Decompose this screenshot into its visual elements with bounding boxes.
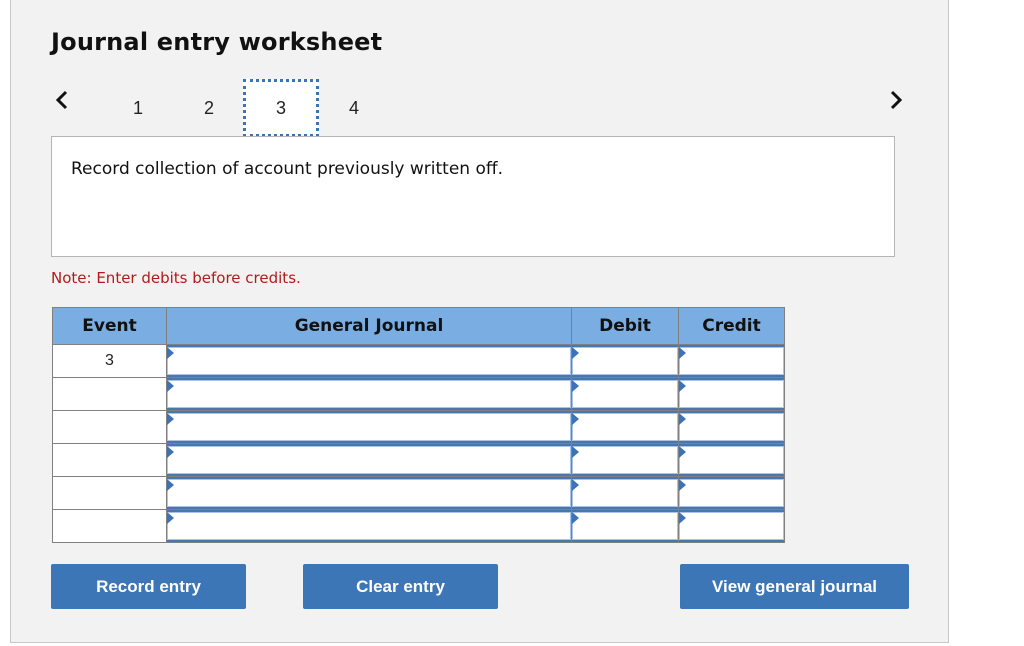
table-row (52, 443, 785, 477)
dropdown-marker-icon (679, 380, 686, 392)
dropdown-marker-icon (572, 446, 579, 458)
table-row (52, 476, 785, 510)
debit-cell (571, 410, 679, 444)
account-input[interactable] (167, 380, 571, 408)
dropdown-marker-icon (572, 380, 579, 392)
dropdown-marker-icon (679, 446, 686, 458)
step-tab-label: 2 (203, 97, 214, 118)
account-input[interactable] (167, 479, 571, 507)
debit-input[interactable] (572, 512, 678, 540)
table-row (52, 410, 785, 444)
prev-step-button[interactable] (53, 88, 73, 112)
credit-input[interactable] (679, 446, 784, 474)
debit-input[interactable] (572, 380, 678, 408)
event-cell (52, 509, 167, 543)
step-tab-3[interactable]: 3 (243, 79, 319, 137)
credit-cell (678, 443, 785, 477)
debit-input[interactable] (572, 413, 678, 441)
step-tab-1[interactable]: 1 (100, 79, 176, 137)
note-text: Note: Enter debits before credits. (51, 269, 301, 287)
prompt-box: Record collection of account previously … (51, 136, 895, 257)
credit-cell (678, 344, 785, 378)
credit-input[interactable] (679, 347, 784, 375)
header-general-journal: General Journal (166, 307, 572, 345)
dropdown-marker-icon (167, 347, 174, 359)
credit-cell (678, 410, 785, 444)
step-tab-label: 4 (348, 97, 359, 118)
table-row: 3 (52, 344, 785, 378)
table-row (52, 509, 785, 543)
event-cell (52, 377, 167, 411)
event-cell (52, 476, 167, 510)
dropdown-marker-icon (572, 512, 579, 524)
step-tab-label: 1 (132, 97, 143, 118)
chevron-right-icon (890, 90, 903, 110)
credit-input[interactable] (679, 479, 784, 507)
debit-cell (571, 509, 679, 543)
event-cell (52, 410, 167, 444)
dropdown-marker-icon (679, 347, 686, 359)
credit-input[interactable] (679, 380, 784, 408)
dropdown-marker-icon (679, 413, 686, 425)
journal-table: Event General Journal Debit Credit 3 (52, 307, 785, 543)
account-cell (166, 377, 572, 411)
prompt-text: Record collection of account previously … (71, 159, 503, 179)
table-row (52, 377, 785, 411)
next-step-button[interactable] (886, 88, 906, 112)
credit-cell (678, 377, 785, 411)
view-general-journal-button[interactable]: View general journal (680, 564, 909, 609)
header-debit: Debit (571, 307, 679, 345)
event-cell: 3 (52, 344, 167, 378)
event-cell (52, 443, 167, 477)
dropdown-marker-icon (167, 380, 174, 392)
step-tab-label: 3 (275, 97, 286, 118)
account-input[interactable] (167, 446, 571, 474)
account-input[interactable] (167, 347, 571, 375)
table-header-row: Event General Journal Debit Credit (52, 307, 785, 345)
credit-input[interactable] (679, 413, 784, 441)
account-cell (166, 476, 572, 510)
account-cell (166, 410, 572, 444)
debit-cell (571, 476, 679, 510)
credit-cell (678, 476, 785, 510)
dropdown-marker-icon (572, 347, 579, 359)
debit-input[interactable] (572, 347, 678, 375)
debit-cell (571, 377, 679, 411)
debit-cell (571, 344, 679, 378)
dropdown-marker-icon (572, 413, 579, 425)
clear-entry-button[interactable]: Clear entry (303, 564, 498, 609)
dropdown-marker-icon (167, 413, 174, 425)
debit-cell (571, 443, 679, 477)
debit-input[interactable] (572, 479, 678, 507)
dropdown-marker-icon (167, 446, 174, 458)
account-cell (166, 509, 572, 543)
account-cell (166, 443, 572, 477)
credit-cell (678, 509, 785, 543)
debit-input[interactable] (572, 446, 678, 474)
chevron-left-icon (55, 90, 68, 110)
account-cell (166, 344, 572, 378)
dropdown-marker-icon (167, 479, 174, 491)
step-tab-2[interactable]: 2 (171, 79, 247, 137)
header-credit: Credit (678, 307, 785, 345)
step-tab-4[interactable]: 4 (316, 79, 392, 137)
header-event: Event (52, 307, 167, 345)
dropdown-marker-icon (572, 479, 579, 491)
account-input[interactable] (167, 413, 571, 441)
account-input[interactable] (167, 512, 571, 540)
record-entry-button[interactable]: Record entry (51, 564, 246, 609)
credit-input[interactable] (679, 512, 784, 540)
dropdown-marker-icon (167, 512, 174, 524)
page-title: Journal entry worksheet (51, 28, 383, 56)
dropdown-marker-icon (679, 512, 686, 524)
dropdown-marker-icon (679, 479, 686, 491)
